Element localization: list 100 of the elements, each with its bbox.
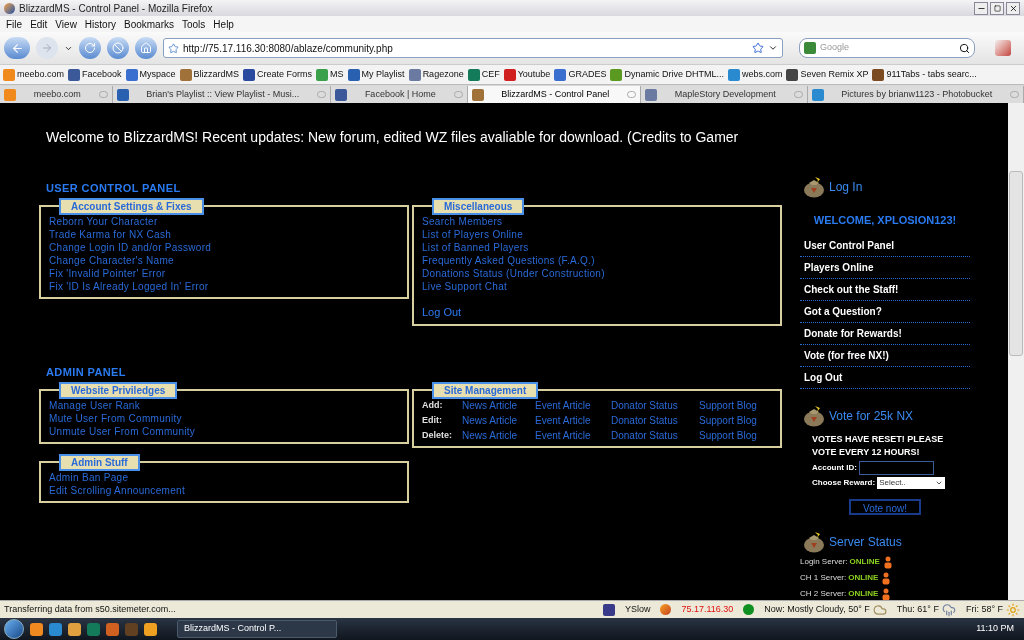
scrollbar-thumb[interactable] xyxy=(1009,171,1023,356)
bookmark-star-icon[interactable] xyxy=(752,42,764,54)
panel-link[interactable]: Event Article xyxy=(535,398,611,412)
menu-item[interactable]: Help xyxy=(209,16,238,32)
scrollbar[interactable] xyxy=(1008,103,1024,600)
panel-link[interactable]: Edit Scrolling Announcement xyxy=(49,483,399,497)
panel-link[interactable]: Reborn Your Character xyxy=(49,214,399,228)
bookmark-item[interactable]: MS xyxy=(330,67,344,82)
minimize-button[interactable] xyxy=(974,1,988,15)
panel-link[interactable]: Donator Status xyxy=(611,398,699,412)
panel-link[interactable]: Donator Status xyxy=(611,428,699,442)
bookmark-item[interactable]: Youtube xyxy=(517,67,551,82)
server-name: CH 1 Server: xyxy=(800,571,847,584)
menu-item[interactable]: View xyxy=(51,16,81,32)
reload-button[interactable] xyxy=(79,37,101,59)
sidebar-link[interactable]: Got a Question? xyxy=(800,300,970,323)
dropdown-icon[interactable] xyxy=(768,43,778,53)
bookmark-item[interactable]: GRADES xyxy=(568,67,607,82)
panel-link[interactable]: Live Support Chat xyxy=(422,279,772,293)
panel-heading: USER CONTROL PANEL xyxy=(45,181,182,196)
panel-link[interactable]: Event Article xyxy=(535,413,611,427)
bookmark-item[interactable]: Seven Remix XP xyxy=(800,67,869,82)
yslow-label[interactable]: YSlow xyxy=(624,602,651,617)
close-button[interactable] xyxy=(1006,1,1020,15)
search-engine-icon[interactable] xyxy=(804,42,816,54)
panel-link[interactable]: Fix 'ID Is Already Logged In' Error xyxy=(49,279,399,293)
panel-link[interactable]: Support Blog xyxy=(699,398,769,412)
menu-item[interactable]: Tools xyxy=(178,16,210,32)
quick-launch-icon[interactable] xyxy=(30,622,43,636)
weather-text[interactable]: Fri: 58° F xyxy=(965,602,1003,617)
panel-link[interactable]: Fix 'Invalid Pointer' Error xyxy=(49,266,399,280)
bookmark-item[interactable]: My Playlist xyxy=(361,67,405,82)
panel-link[interactable]: List of Players Online xyxy=(422,227,772,241)
yslow-icon[interactable] xyxy=(602,603,615,616)
panel-link[interactable]: News Article xyxy=(462,428,535,442)
weather-text[interactable]: Now: Mostly Cloudy, 50° F xyxy=(764,602,870,617)
sidebar-link[interactable]: Players Online xyxy=(800,256,970,279)
row-label: Add: xyxy=(422,398,444,412)
panel-link[interactable]: Donator Status xyxy=(611,413,699,427)
menu-item[interactable]: File xyxy=(2,16,27,32)
sidebar-link[interactable]: User Control Panel xyxy=(800,234,970,257)
bookmark-item[interactable]: Create Forms xyxy=(257,67,313,82)
sidebar-link[interactable]: Donate for Rewards! xyxy=(800,322,970,345)
weather-text[interactable]: Thu: 61° F xyxy=(896,602,939,617)
browser-tab[interactable]: meebo.com xyxy=(0,86,113,103)
panel-link[interactable]: List of Banned Players xyxy=(422,240,772,254)
vote-button[interactable]: Vote now! xyxy=(849,498,921,515)
browser-tab[interactable]: Facebook | Home xyxy=(331,86,468,103)
addon-icon[interactable] xyxy=(995,40,1011,56)
panel-link[interactable]: Frequently Asked Questions (F.A.Q.) xyxy=(422,253,772,267)
sidebar-link[interactable]: Log Out xyxy=(800,366,970,389)
panel-link[interactable]: Change Login ID and/or Password xyxy=(49,240,399,254)
account-id-field[interactable] xyxy=(858,460,934,475)
row-label: Delete: xyxy=(422,428,453,442)
address-field[interactable]: http://75.17.116.30:8080/ablaze/community.php xyxy=(163,38,783,58)
start-button[interactable] xyxy=(4,619,24,639)
panel-link[interactable]: Manage User Rank xyxy=(49,398,399,412)
quick-launch-icon[interactable] xyxy=(68,622,81,636)
quick-launch-icon[interactable] xyxy=(49,622,62,636)
sidebar-link[interactable]: Vote (for free NX!) xyxy=(800,344,970,367)
panel-link[interactable]: Log Out xyxy=(422,303,772,320)
bookmark-item[interactable]: Ragezone xyxy=(422,67,464,82)
bookmark-item[interactable]: Myspace xyxy=(139,67,176,82)
panel-link[interactable]: News Article xyxy=(462,398,535,412)
browser-tab[interactable]: BlizzardMS - Control Panel xyxy=(467,86,642,103)
panel-link[interactable]: Search Members xyxy=(422,214,772,228)
back-button[interactable] xyxy=(4,37,30,59)
search-icon[interactable] xyxy=(959,42,970,54)
panel-link[interactable]: Unmute User From Community xyxy=(49,424,399,438)
menu-item[interactable]: History xyxy=(80,16,120,32)
panel-link[interactable]: Change Character's Name xyxy=(49,253,399,267)
bookmark-item[interactable]: Dynamic Drive DHTML... xyxy=(624,67,724,82)
panel-link[interactable]: Support Blog xyxy=(699,413,769,427)
bookmark-item[interactable]: meebo.com xyxy=(17,67,65,82)
browser-tab[interactable]: Brian's Playlist :: View Playlist - Musi... xyxy=(112,86,332,103)
reward-select[interactable]: Select.. xyxy=(877,476,946,489)
bookmark-item[interactable]: 911Tabs - tabs searc... xyxy=(886,67,977,82)
bookmark-item[interactable]: Facebook xyxy=(82,67,122,82)
panel-link[interactable]: Event Article xyxy=(535,428,611,442)
quick-launch-icon[interactable] xyxy=(87,622,100,636)
quick-launch-icon[interactable] xyxy=(106,622,119,636)
panel-link[interactable]: Trade Karma for NX Cash xyxy=(49,227,399,241)
panel-link[interactable]: Support Blog xyxy=(699,428,769,442)
bookmark-item[interactable]: webs.com xyxy=(741,67,783,82)
taskbar-window-button[interactable]: BlizzardMS - Control P... xyxy=(177,620,337,638)
bookmark-item[interactable]: CEF xyxy=(481,67,500,82)
panel-link[interactable]: Admin Ban Page xyxy=(49,470,399,484)
bookmark-item[interactable]: BlizzardMS xyxy=(193,67,240,82)
panel-link[interactable]: Mute User From Community xyxy=(49,411,399,425)
home-button[interactable] xyxy=(135,37,157,59)
stop-button[interactable] xyxy=(107,37,129,59)
menu-item[interactable]: Edit xyxy=(26,16,52,32)
person-icon xyxy=(880,570,893,585)
panel-link[interactable]: Donations Status (Under Construction) xyxy=(422,266,772,280)
sidebar-link[interactable]: Check out the Staff! xyxy=(800,278,970,301)
browser-tab[interactable]: Pictures by brianw1123 - Photobucket xyxy=(807,86,1024,103)
menu-item[interactable]: Bookmarks xyxy=(120,16,178,32)
browser-tab[interactable]: MapleStory Development xyxy=(641,86,808,103)
panel-link[interactable]: News Article xyxy=(462,413,535,427)
quick-launch-icon[interactable] xyxy=(144,622,157,636)
